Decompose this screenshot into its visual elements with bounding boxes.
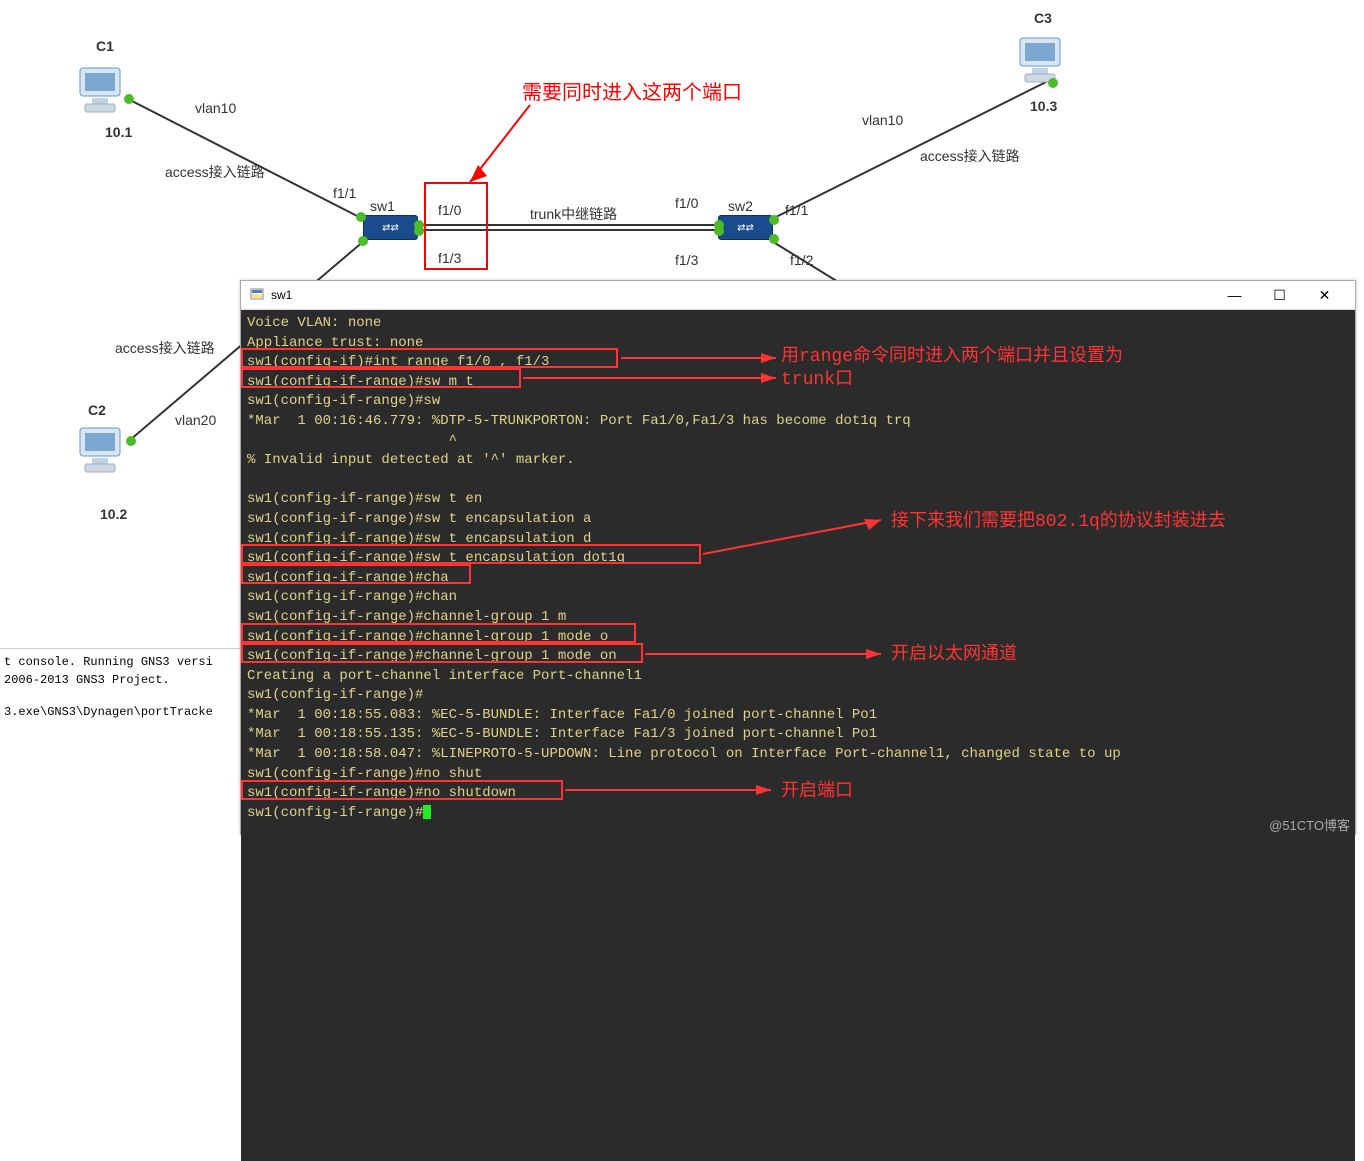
- console-line: t console. Running GNS3 versi: [4, 653, 236, 671]
- label-f13-right: f1/3: [675, 252, 698, 268]
- terminal-window: sw1 — ☐ ✕ Voice VLAN: none Appliance tru…: [240, 280, 1356, 835]
- link-dot: [356, 212, 366, 222]
- terminal-body[interactable]: Voice VLAN: none Appliance trust: none s…: [241, 310, 1355, 1161]
- label-access-lt: access接入链路: [165, 162, 265, 182]
- console-line: 2006-2013 GNS3 Project.: [4, 671, 236, 689]
- term-line: sw1(config-if-range)#: [247, 687, 423, 703]
- gns3-console-fragment: t console. Running GNS3 versi 2006-2013 …: [0, 648, 240, 725]
- term-line: sw1(config-if-range)#channel-group 1 mod…: [247, 648, 617, 664]
- link-dot: [124, 94, 134, 104]
- term-line: sw1(config-if-range)#channel-group 1 mod…: [247, 629, 608, 645]
- label-f11-right: f1/1: [785, 202, 808, 218]
- anno-etherchannel: 开启以太网通道: [891, 643, 1017, 668]
- link-dot: [769, 234, 779, 244]
- pc-c3-label: C3: [1034, 10, 1052, 26]
- term-line: sw1(config-if-range)#sw: [247, 393, 440, 409]
- anno-range: 用range命令同时进入两个端口并且设置为trunk口: [781, 346, 1151, 393]
- term-line: *Mar 1 00:18:55.083: %EC-5-BUNDLE: Inter…: [247, 707, 877, 723]
- term-line: sw1(config-if-range)#sw t encapsulation …: [247, 511, 591, 527]
- label-f11-left: f1/1: [333, 185, 356, 201]
- link-dot: [1048, 78, 1058, 88]
- maximize-button[interactable]: ☐: [1257, 281, 1302, 309]
- anno-noshut: 开启端口: [781, 780, 853, 805]
- term-line: sw1(config-if)#int range f1/0 , f1/3: [247, 354, 549, 370]
- pc-c1-label: C1: [96, 38, 114, 54]
- close-button[interactable]: ✕: [1302, 281, 1347, 309]
- term-line: sw1(config-if-range)#cha: [247, 570, 449, 586]
- term-line: sw1(config-if-range)#no shutdown: [247, 785, 516, 801]
- term-line: sw1(config-if-range)#sw m t: [247, 374, 474, 390]
- label-access-r: access接入链路: [920, 146, 1020, 166]
- pc-c1-ip: 10.1: [105, 124, 132, 140]
- label-f10-box: f1/0: [438, 202, 461, 218]
- watermark: @51CTO博客: [1269, 815, 1350, 834]
- link-dot: [358, 236, 368, 246]
- topology-annotation: 需要同时进入这两个端口: [522, 76, 742, 105]
- switch-sw2-icon: [718, 215, 773, 240]
- label-access-lb: access接入链路: [115, 338, 215, 358]
- pc-c3-ip: 10.3: [1030, 98, 1057, 114]
- network-topology: C1 10.1 C2 10.2 C3 10.3 sw1 sw2 vlan10 v…: [0, 0, 1364, 320]
- term-line: sw1(config-if-range)#: [247, 805, 423, 821]
- term-line: ^: [247, 433, 457, 449]
- link-dot: [126, 436, 136, 446]
- term-line: Appliance trust: none: [247, 335, 423, 351]
- console-line: 3.exe\GNS3\Dynagen\portTracke: [4, 703, 236, 721]
- pc-c2-label: C2: [88, 402, 106, 418]
- label-f12-right: f1/2: [790, 252, 813, 268]
- term-line: % Invalid input detected at '^' marker.: [247, 452, 575, 468]
- term-line: sw1(config-if-range)#sw t encapsulation …: [247, 550, 625, 566]
- pc-c2-icon: [70, 420, 130, 480]
- terminal-cursor: [423, 805, 431, 819]
- link-dot: [714, 226, 724, 236]
- link-dot: [769, 215, 779, 225]
- putty-icon: [249, 287, 265, 303]
- label-f13-box: f1/3: [438, 250, 461, 266]
- label-vlan10-right: vlan10: [862, 112, 903, 128]
- term-line: sw1(config-if-range)#chan: [247, 589, 457, 605]
- minimize-button[interactable]: —: [1212, 281, 1257, 309]
- label-vlan20: vlan20: [175, 412, 216, 428]
- link-dot: [414, 226, 424, 236]
- term-line: Creating a port-channel interface Port-c…: [247, 668, 642, 684]
- switch-sw2-label: sw2: [728, 198, 753, 214]
- term-line: sw1(config-if-range)#no shut: [247, 766, 482, 782]
- switch-sw1-icon: [363, 215, 418, 240]
- pc-c3-icon: [1010, 30, 1070, 90]
- pc-c1-icon: [70, 60, 130, 120]
- switch-sw1-label: sw1: [370, 198, 395, 214]
- term-line: sw1(config-if-range)#channel-group 1 m: [247, 609, 566, 625]
- term-line: *Mar 1 00:18:55.135: %EC-5-BUNDLE: Inter…: [247, 726, 877, 742]
- label-f10-right: f1/0: [675, 195, 698, 211]
- term-line: *Mar 1 00:16:46.779: %DTP-5-TRUNKPORTON:…: [247, 413, 911, 429]
- label-trunk: trunk中继链路: [530, 204, 617, 224]
- anno-encap: 接下来我们需要把802.1q的协议封装进去: [891, 510, 1226, 535]
- term-line: *Mar 1 00:18:58.047: %LINEPROTO-5-UPDOWN…: [247, 746, 1121, 762]
- term-line: sw1(config-if-range)#sw t en: [247, 491, 482, 507]
- term-line: sw1(config-if-range)#sw t encapsulation …: [247, 531, 591, 547]
- term-line: Voice VLAN: none: [247, 315, 381, 331]
- label-vlan10-left: vlan10: [195, 100, 236, 116]
- window-titlebar[interactable]: sw1 — ☐ ✕: [241, 281, 1355, 310]
- pc-c2-ip: 10.2: [100, 506, 127, 522]
- window-title: sw1: [271, 288, 292, 302]
